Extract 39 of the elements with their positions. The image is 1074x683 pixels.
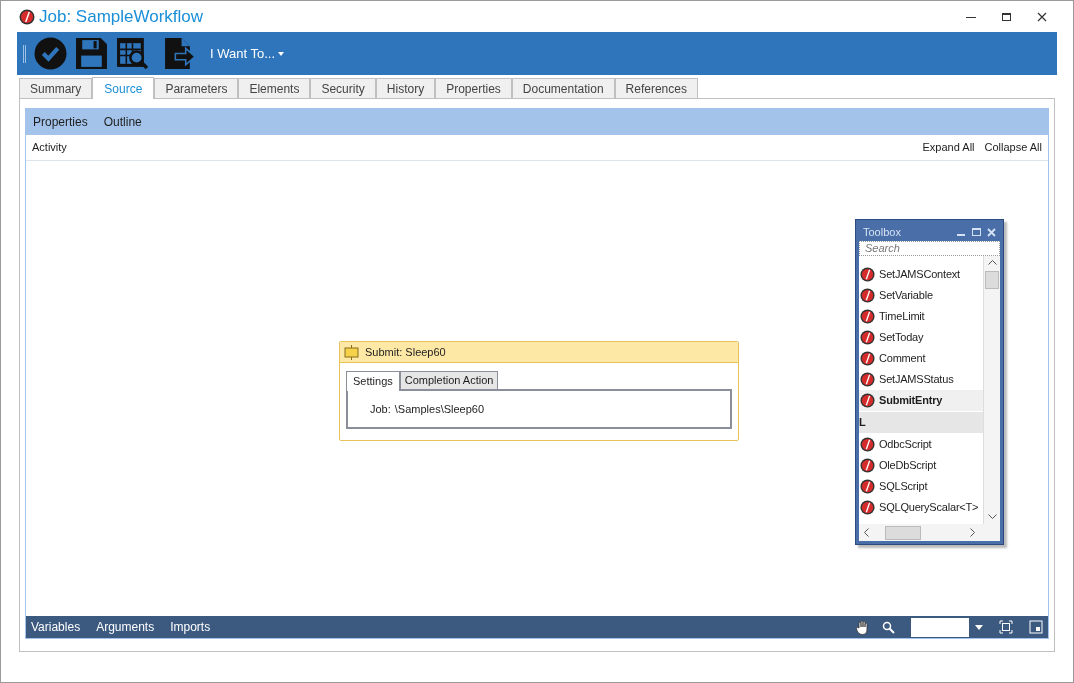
toolbox-item[interactable]: SetJAMSContext xyxy=(859,264,983,285)
toolbox-item[interactable]: SetJAMSStatus xyxy=(859,369,983,390)
tab[interactable]: References xyxy=(614,78,698,98)
toolbox-item[interactable]: Comment xyxy=(859,348,983,369)
tab[interactable]: Parameters xyxy=(154,78,239,98)
activity-card[interactable]: Submit: Sleep60 Settings Completion Action Job: \Samples\Sleep60 xyxy=(339,341,739,441)
bottom-tab[interactable]: Variables xyxy=(31,618,81,636)
field-value: \Samples\Sleep60 xyxy=(394,401,485,417)
toolbox-item[interactable]: TimeLimit xyxy=(859,306,983,327)
bottom-tab[interactable]: Arguments xyxy=(96,618,155,636)
toolbox-item[interactable]: SQLScript xyxy=(859,476,983,497)
tab[interactable]: Security xyxy=(310,78,376,98)
toolbox-item[interactable]: OdbcScript xyxy=(859,434,983,455)
activity-title: Submit: Sleep60 xyxy=(365,344,446,360)
toolbox-item[interactable]: OleDbScript xyxy=(859,455,983,476)
tab[interactable]: Completion Action xyxy=(399,371,499,389)
toolbox-item[interactable]: SetVariable xyxy=(859,285,983,306)
breadcrumb: Activity xyxy=(32,140,67,156)
tab[interactable]: Elements xyxy=(238,78,311,98)
tab[interactable]: Documentation xyxy=(511,78,615,98)
tab[interactable]: Source xyxy=(92,77,155,99)
bottom-tab[interactable]: Imports xyxy=(170,618,211,636)
toolbox-item[interactable]: SQLQueryScalar<T> xyxy=(859,497,983,518)
toolbox-item[interactable]: SetToday xyxy=(859,327,983,348)
menu-item[interactable]: Properties xyxy=(33,113,88,131)
field-label: Job: xyxy=(370,401,391,417)
search-field[interactable]: Search xyxy=(859,241,1000,256)
tab[interactable]: Summary xyxy=(19,78,93,98)
toolbox-title: Toolbox xyxy=(863,224,901,240)
toolbox-category[interactable]: L xyxy=(859,412,983,433)
toolbox-item[interactable]: SubmitEntry xyxy=(859,390,983,411)
tab[interactable]: Settings xyxy=(346,371,400,391)
menu-item[interactable]: Outline xyxy=(103,113,142,131)
window-title: Job: SampleWorkflow xyxy=(39,5,204,28)
tab[interactable]: Properties xyxy=(435,78,512,98)
link-button[interactable]: Collapse All xyxy=(984,139,1042,156)
link-button[interactable]: Expand All xyxy=(922,139,975,156)
tab[interactable]: History xyxy=(375,78,436,98)
i-want-to-menu[interactable]: I Want To... xyxy=(210,43,285,64)
